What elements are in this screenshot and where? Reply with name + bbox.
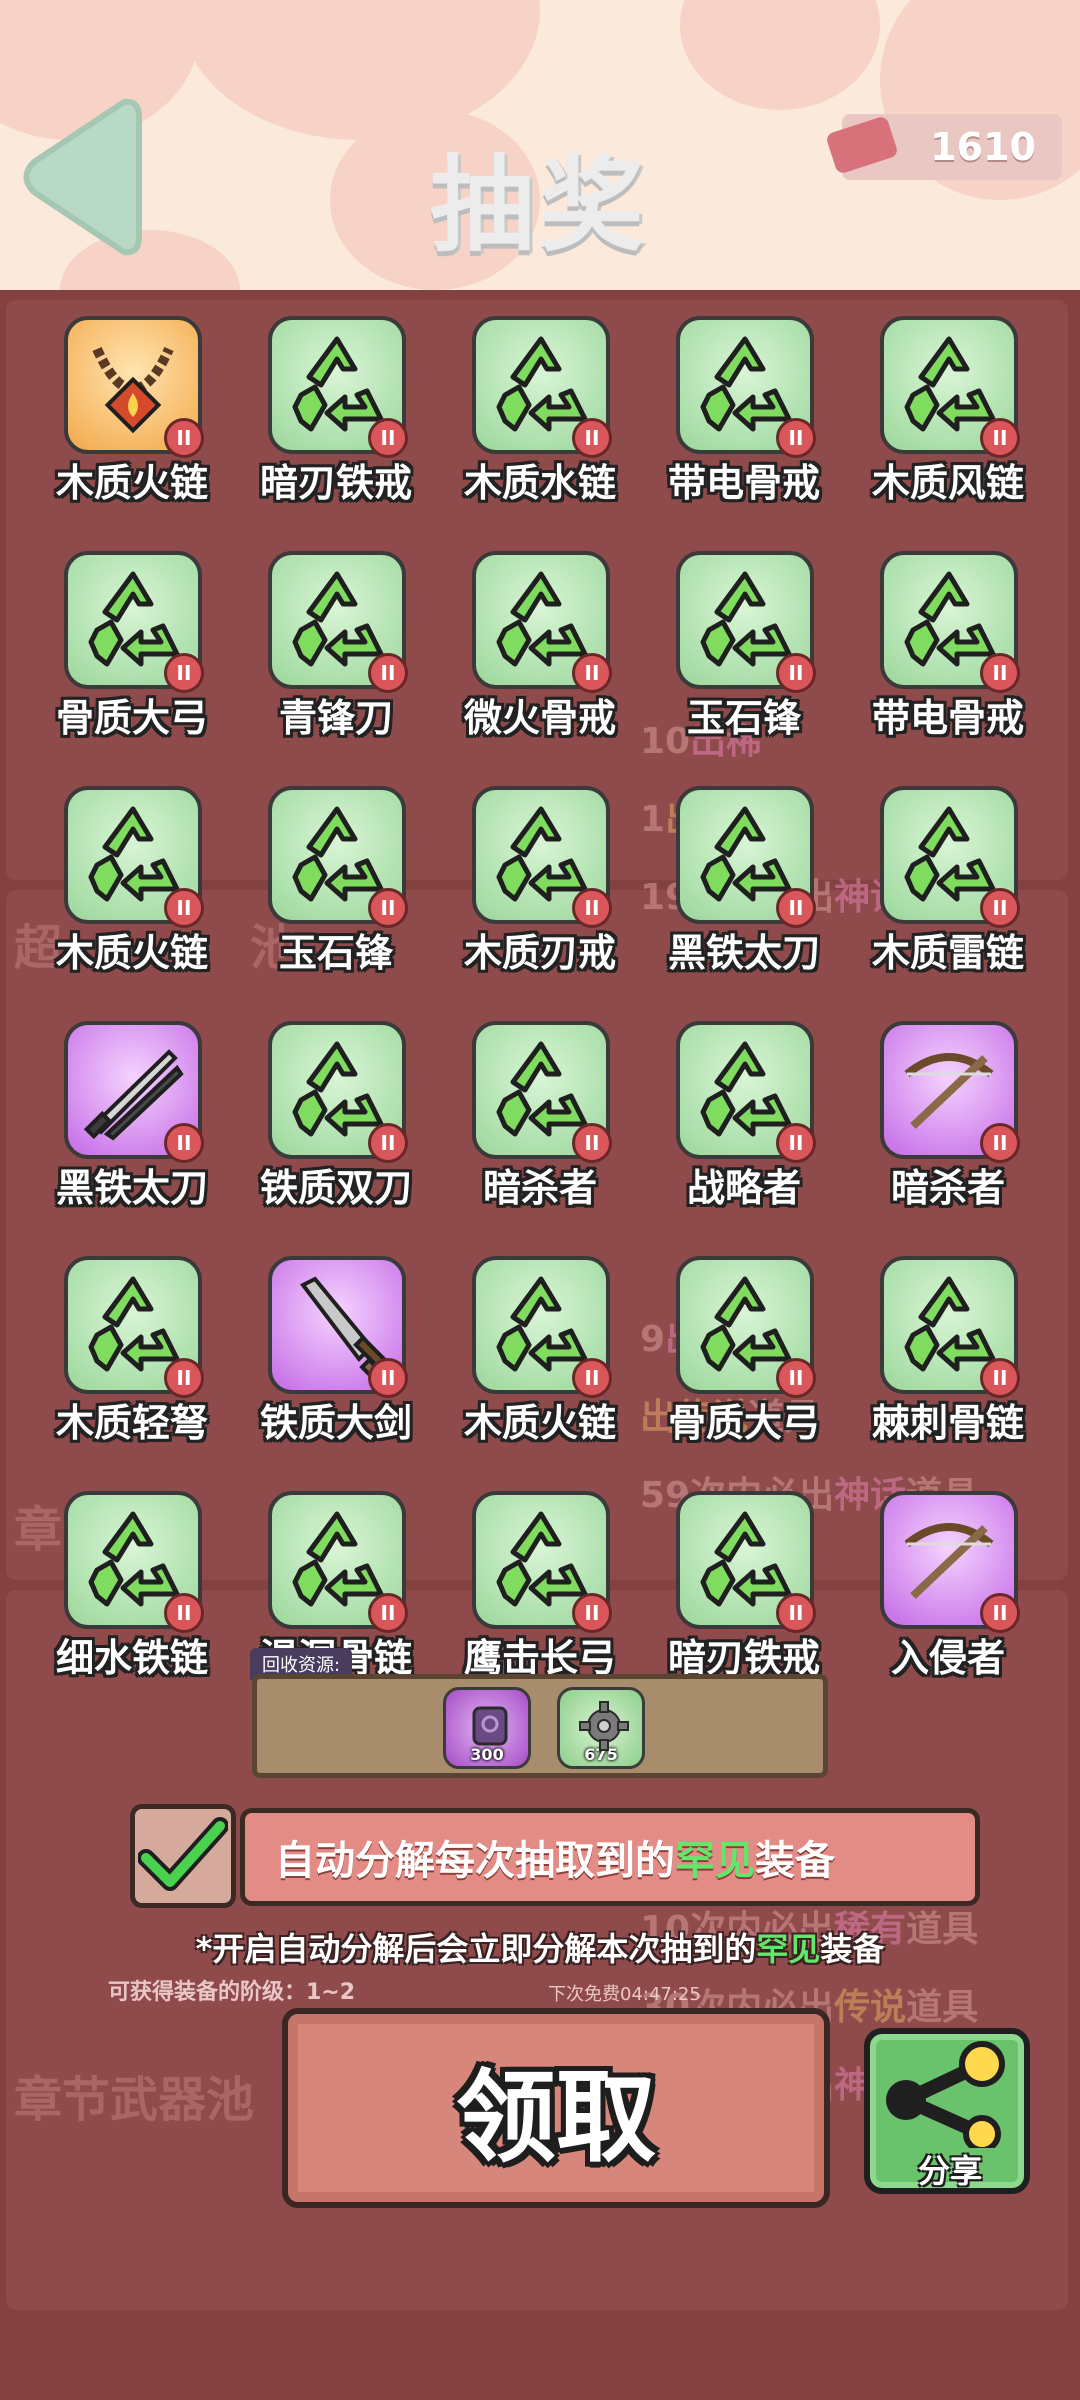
reward-item-label: 骨质大弓 — [55, 696, 208, 740]
bg-blob — [180, 0, 540, 140]
note-text-tail: 装备 — [820, 1930, 885, 1968]
reward-item[interactable]: II 木质火链 — [30, 782, 234, 1017]
share-label: 分享 — [918, 2152, 983, 2190]
purple-stone-icon: 300 — [443, 1687, 531, 1769]
reward-item[interactable]: II 玉石锋 — [642, 547, 846, 782]
reward-item[interactable]: II 木质水链 — [438, 312, 642, 547]
reward-grid: II 木质火链 II 暗刃铁戒 II 木质水链 II 带电骨戒 II 木质风链 II 骨质大… — [30, 312, 1050, 1722]
note-text: *开启自动分解后会立即分解本次抽到的 — [195, 1930, 757, 1968]
reward-item[interactable]: II 微火骨戒 — [438, 547, 642, 782]
reward-item[interactable]: II 玉石锋 — [234, 782, 438, 1017]
reward-item-label: 棘刺骨链 — [871, 1401, 1024, 1445]
reward-item-label: 带电骨戒 — [667, 461, 820, 505]
auto-decompose-label[interactable]: 自动分解每次抽取到的 罕见 装备 — [240, 1808, 980, 1906]
reward-item[interactable]: II 黑铁太刀 — [30, 1017, 234, 1252]
reward-item[interactable]: II 带电骨戒 — [642, 312, 846, 547]
note-highlight: 罕见 — [756, 1930, 821, 1968]
reward-item-label: 微火骨戒 — [463, 696, 616, 740]
auto-decompose-checkbox[interactable] — [130, 1804, 236, 1908]
reward-item[interactable]: II 木质火链 — [438, 1252, 642, 1487]
claim-label: 领取 — [456, 2058, 656, 2176]
reward-item[interactable]: II 骨质大弓 — [642, 1252, 846, 1487]
claim-button[interactable]: 领取 — [282, 2008, 830, 2208]
reward-item-label: 木质水链 — [463, 461, 616, 505]
stone-glyph — [472, 1706, 508, 1746]
reward-item[interactable]: II 细水铁链 — [30, 1487, 234, 1722]
reward-item[interactable]: II 木质火链 — [30, 312, 234, 547]
auto-decompose-note: *开启自动分解后会立即分解本次抽到的罕见装备 — [0, 1924, 1080, 1970]
reward-item-label: 入侵者 — [890, 1636, 1005, 1680]
checkmark-icon — [138, 1817, 228, 1891]
reward-item[interactable]: II 战略者 — [642, 1017, 846, 1252]
reward-item-label: 玉石锋 — [686, 696, 801, 740]
gear-icon: 675 — [557, 1687, 645, 1769]
reward-item[interactable]: II 铁质大剑 — [234, 1252, 438, 1487]
share-icon — [886, 2041, 1005, 2148]
reward-item[interactable]: II 青锋刀 — [234, 547, 438, 782]
currency-value: 1610 — [930, 125, 1036, 169]
stage-note: 可获得装备的阶级：1~2 — [108, 1980, 356, 2005]
reward-item-label: 细水铁链 — [55, 1636, 208, 1680]
reward-item[interactable]: II 木质雷链 — [846, 782, 1050, 1017]
reward-item[interactable]: II 暗杀者 — [438, 1017, 642, 1252]
reward-item-label: 暗刃铁戒 — [259, 461, 412, 505]
reward-item-label: 木质火链 — [463, 1401, 616, 1445]
reward-item-label: 木质刃戒 — [463, 931, 616, 975]
reward-item-label: 暗杀者 — [890, 1166, 1005, 1210]
reward-item[interactable]: II 入侵者 — [846, 1487, 1050, 1722]
reward-item[interactable]: II 暗杀者 — [846, 1017, 1050, 1252]
bg-blob — [680, 0, 880, 110]
header: 抽奖 1610 — [0, 0, 1080, 290]
currency-display: 1610 — [825, 114, 1062, 180]
reward-item-label: 木质雷链 — [871, 931, 1024, 975]
reward-item-label: 暗杀者 — [482, 1166, 597, 1210]
reward-item[interactable]: II 暗刃铁戒 — [234, 312, 438, 547]
reward-item-label: 战略者 — [686, 1166, 801, 1210]
reward-item-label: 黑铁太刀 — [55, 1166, 208, 1210]
reward-item-label: 玉石锋 — [278, 931, 393, 975]
free-timer: 下次免费04:47:25 — [548, 1984, 701, 2005]
reward-item-label: 带电骨戒 — [871, 696, 1024, 740]
reward-item[interactable]: II 木质刃戒 — [438, 782, 642, 1017]
reward-item[interactable]: II 骨质大弓 — [30, 547, 234, 782]
reward-item[interactable]: II 黑铁太刀 — [642, 782, 846, 1017]
auto-decompose-text-tail: 装备 — [755, 1838, 835, 1884]
reward-item-label: 黑铁太刀 — [667, 931, 820, 975]
share-button[interactable]: 分享 — [864, 2028, 1030, 2194]
reward-item[interactable]: II 木质轻弩 — [30, 1252, 234, 1487]
reward-item-label: 铁质大剑 — [259, 1401, 412, 1445]
reward-item-label: 木质火链 — [55, 931, 208, 975]
auto-decompose-text: 自动分解每次抽取到的 — [275, 1838, 675, 1884]
reward-item-label: 木质轻弩 — [55, 1401, 208, 1445]
recycle-box: 300 675 — [252, 1674, 828, 1778]
reward-item[interactable]: II 棘刺骨链 — [846, 1252, 1050, 1487]
reward-item[interactable]: II 带电骨戒 — [846, 547, 1050, 782]
reward-item-label: 青锋刀 — [278, 696, 393, 740]
reward-item-label: 木质火链 — [55, 461, 208, 505]
reward-item-label: 铁质双刀 — [259, 1166, 412, 1210]
reward-item-label: 骨质大弓 — [667, 1401, 820, 1445]
reward-item[interactable]: II 木质风链 — [846, 312, 1050, 547]
reward-item[interactable]: II 铁质双刀 — [234, 1017, 438, 1252]
rarity-highlight: 罕见 — [675, 1838, 755, 1884]
gear-glyph — [579, 1701, 629, 1751]
reward-item-label: 木质风链 — [871, 461, 1024, 505]
